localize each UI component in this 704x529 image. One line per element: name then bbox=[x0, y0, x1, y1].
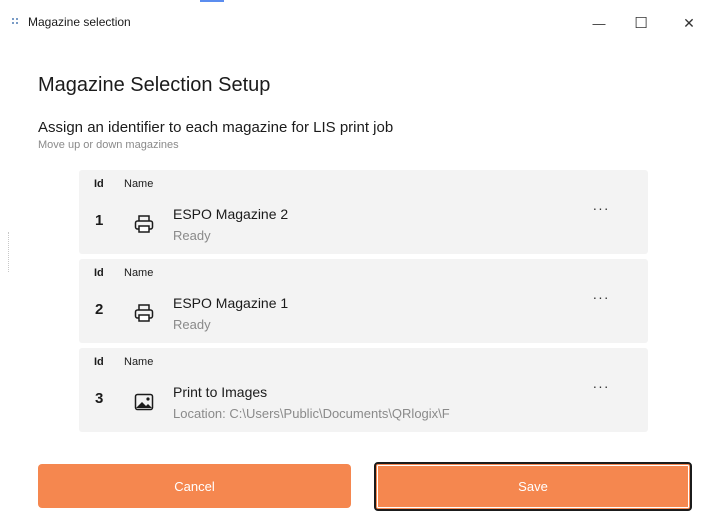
magazine-row[interactable]: Id Name 3 Print to Images Location: C:\U… bbox=[79, 348, 648, 432]
cancel-button[interactable]: Cancel bbox=[38, 464, 351, 508]
id-column-header: Id bbox=[94, 178, 104, 190]
maximize-button[interactable]: ☐ bbox=[626, 8, 656, 38]
dialog-window: Magazine selection — ☐ ✕ Magazine Select… bbox=[0, 0, 704, 529]
magazine-row[interactable]: Id Name 2 ESPO Magazine 1 Ready ··· bbox=[79, 259, 648, 343]
magazine-row[interactable]: Id Name 1 ESPO Magazine 2 Ready ··· bbox=[79, 170, 648, 254]
minimize-icon: — bbox=[592, 15, 606, 31]
magazine-id: 1 bbox=[95, 212, 104, 229]
title-bar: Magazine selection — ☐ ✕ bbox=[0, 0, 704, 44]
name-column-header: Name bbox=[124, 356, 154, 368]
printer-icon bbox=[134, 304, 154, 322]
name-column-header: Name bbox=[124, 178, 154, 190]
page-subtitle: Assign an identifier to each magazine fo… bbox=[38, 119, 394, 136]
magazine-name: ESPO Magazine 2 bbox=[173, 206, 289, 222]
magazine-name: ESPO Magazine 1 bbox=[173, 295, 289, 311]
magazine-status: Ready bbox=[173, 228, 211, 243]
name-column-header: Name bbox=[124, 267, 154, 279]
app-icon bbox=[12, 18, 18, 24]
magazine-location: Location: C:\Users\Public\Documents\QRlo… bbox=[173, 406, 450, 421]
reorder-hint: Move up or down magazines bbox=[38, 139, 179, 151]
printer-icon bbox=[134, 215, 154, 233]
more-options-button[interactable]: ··· bbox=[587, 378, 615, 398]
image-icon bbox=[134, 393, 154, 411]
window-title: Magazine selection bbox=[28, 15, 131, 29]
resize-grip bbox=[8, 232, 11, 272]
id-column-header: Id bbox=[94, 356, 104, 368]
save-button[interactable]: Save bbox=[374, 462, 692, 511]
magazine-id: 3 bbox=[95, 390, 104, 407]
page-title: Magazine Selection Setup bbox=[38, 74, 271, 96]
save-button-label: Save bbox=[518, 479, 548, 494]
magazine-name: Print to Images bbox=[173, 384, 268, 400]
close-button[interactable]: ✕ bbox=[674, 8, 704, 38]
more-options-button[interactable]: ··· bbox=[587, 289, 615, 309]
cancel-button-label: Cancel bbox=[174, 478, 215, 494]
close-icon: ✕ bbox=[683, 14, 695, 31]
more-options-button[interactable]: ··· bbox=[587, 200, 615, 220]
magazine-id: 2 bbox=[95, 301, 104, 318]
magazine-status: Ready bbox=[173, 317, 211, 332]
id-column-header: Id bbox=[94, 267, 104, 279]
minimize-button[interactable]: — bbox=[584, 8, 614, 38]
maximize-icon: ☐ bbox=[634, 15, 648, 32]
